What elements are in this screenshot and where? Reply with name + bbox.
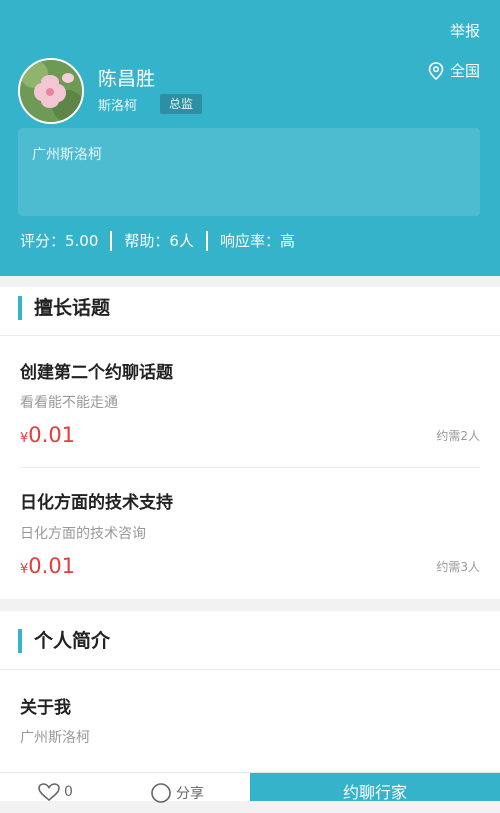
address-box: 广州斯洛柯 [18,128,480,216]
heart-icon [38,783,60,801]
about-title: 关于我 [20,698,71,718]
avatar-flower-image [20,60,82,122]
score-stat: 评分：5.00 [20,232,99,250]
topic-title: 创建第二个约聊话题 [20,363,173,383]
location-pin-icon [428,61,444,80]
report-button[interactable]: 举报 [450,20,480,41]
book-expert-button[interactable]: 约聊行家 [250,773,500,802]
section-title: 擅长话题 [18,296,110,320]
book-expert-label: 约聊行家 [342,783,407,802]
avatar[interactable] [18,58,84,124]
stats-row: 评分：5.00 帮助：6人 响应率：高 [20,230,295,251]
topic-price: ¥0.01 [20,554,76,578]
expert-header: 举报 陈昌胜 斯洛柯 总监 全国 广州斯洛柯 评分：5.00 帮助：6人 响应率… [0,0,500,276]
bottom-bar: 0 分享 约聊行家 [0,772,500,803]
title-badge: 总监 [160,94,202,114]
region-label: 全国 [449,62,480,80]
company-name: 斯洛柯 [98,99,138,114]
topic-price: ¥0.01 [20,423,76,447]
profile-section: 个人简介 关于我 广州斯洛柯 [0,611,500,772]
topics-section: 擅长话题 创建第二个约聊话题 看看能不能走通 ¥0.01 约需2人 日化方面的技… [0,287,500,599]
like-count: 0 [64,784,73,800]
divider [0,335,500,336]
stat-divider [110,230,113,251]
address-text: 广州斯洛柯 [32,147,102,163]
divider [20,467,480,468]
divider [0,669,500,670]
chat-bubble-icon [151,783,171,803]
topic-need: 约需2人 [436,429,480,443]
topic-desc: 日化方面的技术咨询 [20,526,146,542]
section-title: 个人简介 [18,629,110,653]
topic-need: 约需3人 [436,560,480,574]
stat-divider [205,230,208,251]
response-stat: 响应率：高 [219,232,295,250]
about-text: 广州斯洛柯 [20,730,90,746]
like-button[interactable]: 0 [38,783,73,801]
help-stat: 帮助：6人 [124,232,194,250]
share-label: 分享 [176,786,204,802]
expert-name: 陈昌胜 [98,68,156,90]
topic-title: 日化方面的技术支持 [20,493,173,513]
topic-desc: 看看能不能走通 [20,395,118,411]
region-selector[interactable]: 全国 [428,60,480,81]
share-button[interactable]: 分享 [150,783,204,803]
